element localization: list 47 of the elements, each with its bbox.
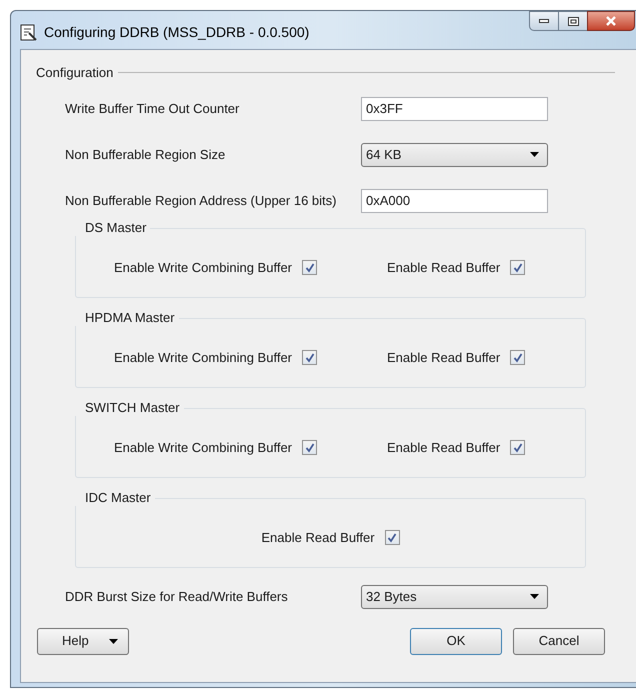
field-label: Non Bufferable Region Size [65,146,226,164]
field-label: DDR Burst Size for Read/Write Buffers [65,588,289,606]
checkbox-label: Enable Write Combining Buffer [114,438,292,457]
minimize-button[interactable] [529,11,559,31]
check-icon [512,262,523,272]
checkbox[interactable] [302,440,318,455]
window-title: Configuring DDRB (MSS_DDRB - 0.0.500) [44,23,310,42]
checkbox-label: Enable Read Buffer [387,348,500,367]
help-button[interactable]: Help [37,628,129,654]
checkbox-label: Enable Write Combining Buffer [114,258,292,277]
check-icon [387,532,398,542]
check-icon [512,442,523,452]
checkbox[interactable] [510,440,526,455]
field-label: Write Buffer Time Out Counter [65,100,240,118]
group-title: DS Master [75,220,150,236]
field-label: Non Bufferable Region Address (Upper 16 bits) [65,192,338,210]
checkbox-label: Enable Write Combining Buffer [114,348,292,367]
dropdown[interactable]: 64 KB [361,142,548,166]
check-icon [304,442,315,452]
checkbox[interactable] [384,530,400,545]
maximize-icon [568,16,578,26]
group-title: SWITCH Master [75,400,184,416]
checkbox-label: Enable Read Buffer [261,528,375,547]
app-icon [20,24,38,42]
checkbox[interactable] [302,350,318,365]
checkbox-label: Enable Read Buffer [387,438,500,457]
group-title: IDC Master [75,490,155,506]
input-field[interactable]: 0xA000 [361,188,548,212]
maximize-button[interactable] [559,11,587,31]
caret-icon [109,638,118,644]
checkbox[interactable] [510,350,526,365]
checkbox-label: Enable Read Buffer [387,258,500,277]
input-field[interactable]: 0x3FF [361,96,548,120]
cancel-button[interactable]: Cancel [513,628,605,654]
dropdown[interactable]: 32 Bytes [361,584,548,608]
check-icon [304,352,315,362]
minimize-icon [539,19,549,23]
check-icon [512,352,523,362]
checkbox[interactable] [510,260,526,275]
checkbox[interactable] [302,260,318,275]
close-icon [605,16,617,26]
ok-button[interactable]: OK [410,628,502,654]
check-icon [304,262,315,272]
group-title: Configuration [36,64,114,82]
close-button[interactable] [587,11,635,31]
caret-icon [530,152,539,157]
caret-icon [530,594,539,599]
